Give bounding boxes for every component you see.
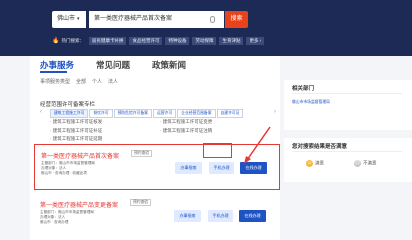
related-departments: 相关部门 佛山市市场监督管理局 bbox=[284, 80, 412, 130]
satisfied-label: 满意 bbox=[315, 160, 324, 166]
feedback-title: 您对搜索结果是否满意 bbox=[292, 144, 348, 150]
satisfied-option[interactable]: ☺ 满意 bbox=[306, 160, 324, 167]
divider bbox=[292, 151, 402, 152]
unsatisfied-label: 不满意 bbox=[363, 160, 377, 166]
smile-icon: ☺ bbox=[306, 160, 313, 167]
arrow-line bbox=[246, 126, 271, 161]
annotation-highlight bbox=[203, 143, 232, 158]
feedback-panel: 您对搜索结果是否满意 ☺ 满意 ☹ 不满意 bbox=[284, 138, 412, 182]
frown-icon: ☹ bbox=[354, 160, 361, 167]
related-dept-link[interactable]: 佛山市市场监督管理局 bbox=[292, 100, 330, 105]
arrow-head bbox=[244, 156, 251, 164]
unsatisfied-option[interactable]: ☹ 不满意 bbox=[354, 160, 377, 167]
related-dept-title: 相关部门 bbox=[292, 86, 315, 92]
divider bbox=[292, 93, 402, 94]
